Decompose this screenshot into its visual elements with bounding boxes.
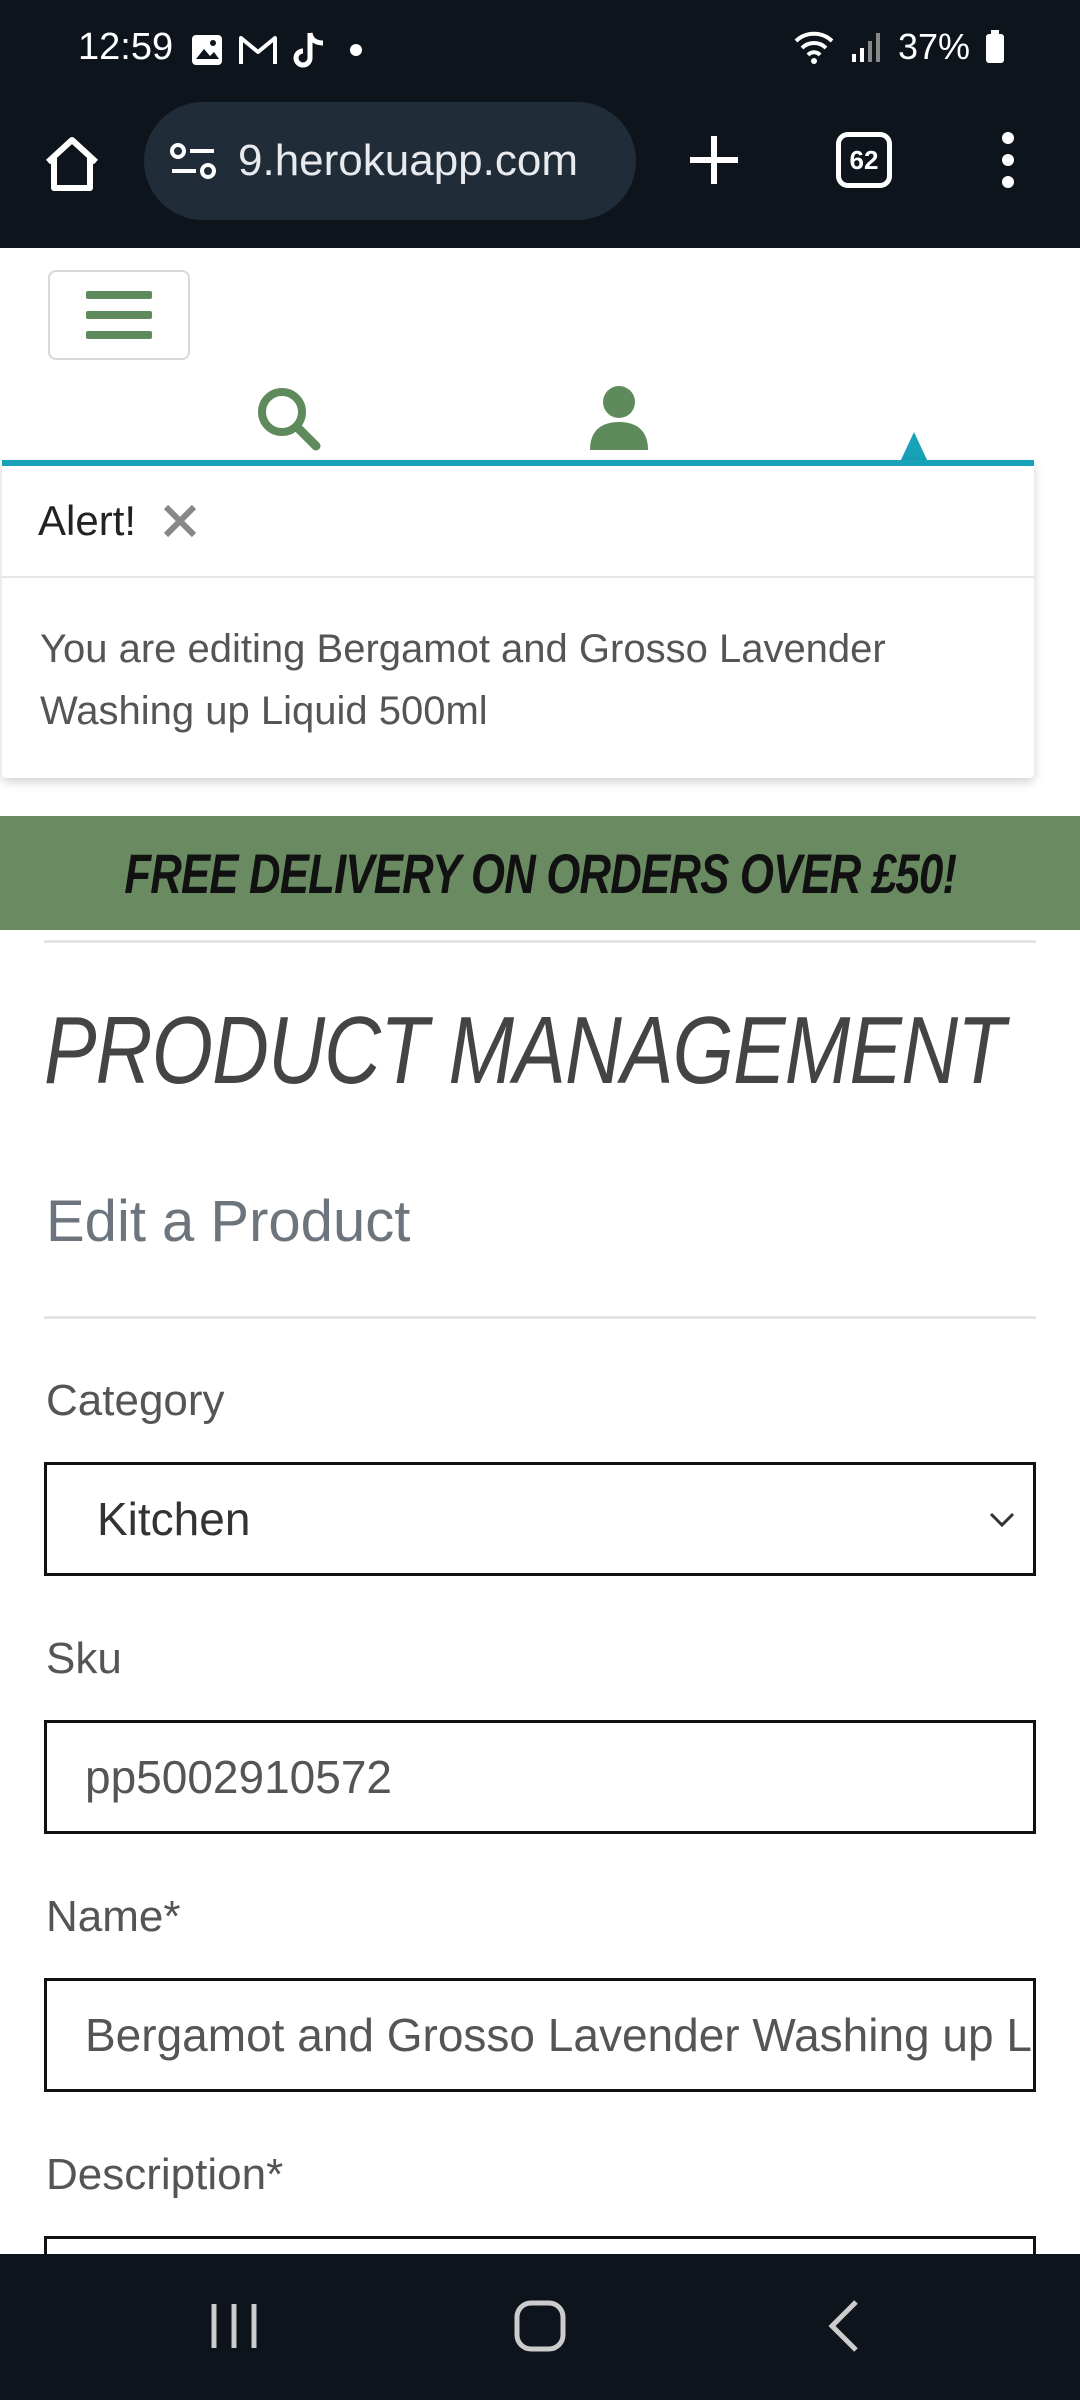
menu-icon-bar xyxy=(86,311,152,319)
status-right: 37% xyxy=(792,26,1006,68)
tiktok-icon xyxy=(293,32,324,68)
toast-arrow xyxy=(900,432,928,462)
status-bar: 12:59 37% xyxy=(0,0,1080,100)
description-label: Description* xyxy=(46,2150,284,2199)
toast-title: Alert! xyxy=(38,497,137,544)
page-subtitle: Edit a Product xyxy=(46,1189,411,1254)
dot-icon xyxy=(350,44,362,56)
toast-header: Alert! xyxy=(2,466,1034,578)
signal-icon xyxy=(851,33,880,62)
sku-value: pp5002910572 xyxy=(85,1751,392,1803)
recent-apps-icon[interactable] xyxy=(208,2298,260,2354)
status-time: 12:59 xyxy=(78,26,174,68)
url-text: 9.herokuapp.com xyxy=(238,136,578,185)
divider xyxy=(44,1316,1036,1319)
chevron-down-icon xyxy=(989,1512,1015,1528)
category-select[interactable]: Kitchen xyxy=(44,1462,1036,1576)
notification-icons xyxy=(190,30,362,70)
category-label: Category xyxy=(46,1376,225,1425)
home-nav-icon[interactable] xyxy=(512,2298,568,2354)
site-settings-icon[interactable] xyxy=(168,139,218,183)
menu-toggle-button[interactable] xyxy=(48,270,190,360)
home-icon[interactable] xyxy=(40,132,104,196)
tab-switcher-button[interactable]: 62 xyxy=(836,132,892,188)
toast-message: You are editing Bergamot and Grosso Lave… xyxy=(40,627,886,733)
name-value: Bergamot and Grosso Lavender Washing up … xyxy=(85,2009,1033,2061)
category-value: Kitchen xyxy=(97,1493,251,1545)
address-bar[interactable]: 9.herokuapp.com xyxy=(144,102,636,220)
page-title: PRODUCT MANAGEMENT xyxy=(44,997,1005,1104)
name-label: Name* xyxy=(46,1892,181,1941)
gmail-icon xyxy=(239,36,277,64)
back-icon[interactable] xyxy=(824,2298,864,2354)
account-icon[interactable] xyxy=(588,384,650,452)
browser-toolbar: 9.herokuapp.com 62 xyxy=(0,100,1080,248)
menu-icon-bar xyxy=(86,331,152,339)
delivery-banner-text: FREE DELIVERY ON ORDERS OVER £50! xyxy=(124,841,957,905)
system-navigation-bar xyxy=(0,2254,1080,2400)
sku-label: Sku xyxy=(46,1634,122,1683)
search-icon[interactable] xyxy=(254,384,322,452)
image-icon xyxy=(192,35,222,65)
delivery-banner: FREE DELIVERY ON ORDERS OVER £50! xyxy=(0,816,1080,930)
close-icon[interactable] xyxy=(160,501,200,541)
alert-toast: Alert! You are editing Bergamot and Gros… xyxy=(2,460,1034,778)
tab-count: 62 xyxy=(849,144,879,175)
battery-percent: 37% xyxy=(897,26,970,67)
more-options-icon[interactable] xyxy=(998,130,1018,190)
divider xyxy=(44,940,1036,943)
battery-icon xyxy=(986,30,1004,63)
menu-icon-bar xyxy=(86,291,152,299)
new-tab-icon[interactable] xyxy=(684,130,744,190)
sku-input[interactable]: pp5002910572 xyxy=(44,1720,1036,1834)
name-input[interactable]: Bergamot and Grosso Lavender Washing up … xyxy=(44,1978,1036,2092)
wifi-icon xyxy=(794,31,834,64)
